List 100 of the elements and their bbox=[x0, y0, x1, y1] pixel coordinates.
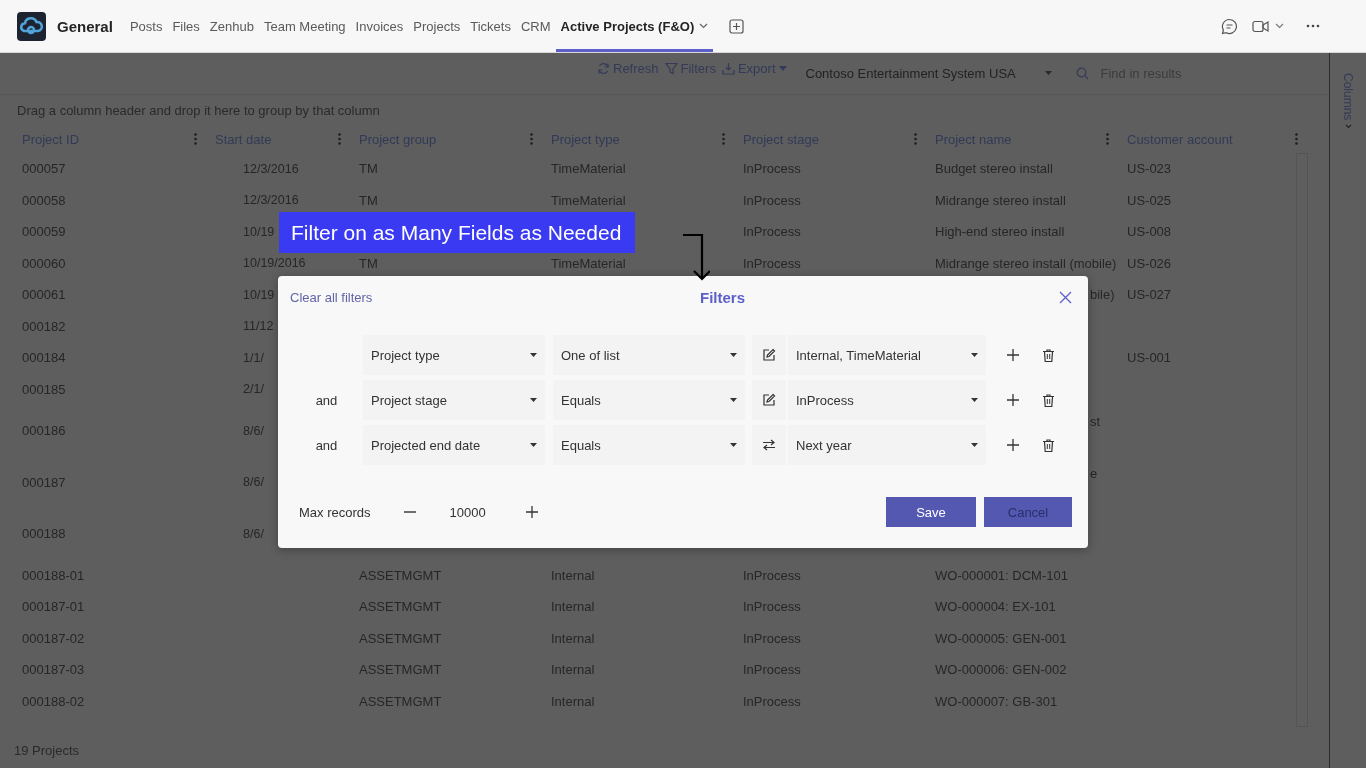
max-records-label: Max records bbox=[299, 504, 371, 520]
increment-icon[interactable] bbox=[525, 506, 538, 518]
caret-down-icon bbox=[730, 398, 737, 402]
max-records-value[interactable]: 10000 bbox=[449, 504, 486, 520]
edit-icon bbox=[762, 348, 776, 362]
value-mode-button[interactable] bbox=[752, 380, 786, 420]
tab[interactable]: Tickets bbox=[465, 0, 516, 52]
table-cell: Midrange stereo install bbox=[935, 192, 1066, 208]
tab[interactable]: Posts bbox=[124, 0, 168, 52]
table-cell: 10/19 bbox=[243, 224, 275, 239]
table-cell: InProcess bbox=[743, 693, 801, 709]
table-cell: 2/1/ bbox=[243, 382, 264, 397]
delete-icon[interactable] bbox=[1043, 393, 1054, 407]
caret-down-icon bbox=[530, 353, 537, 357]
column-menu-icon[interactable] bbox=[914, 133, 917, 145]
caret-down-icon bbox=[971, 398, 978, 402]
table-cell: 1/1/ bbox=[243, 350, 264, 365]
field-dropdown[interactable]: Projected end date bbox=[363, 425, 545, 465]
value-mode-button[interactable] bbox=[752, 335, 786, 375]
export-icon bbox=[721, 61, 735, 75]
table-cell: WO-000006: GEN-002 bbox=[935, 662, 1067, 678]
caret-down-icon bbox=[530, 398, 537, 402]
chevron-down-icon[interactable] bbox=[1275, 23, 1284, 29]
table-cell: ASSETMGMT bbox=[359, 662, 442, 678]
callout-banner: Filter on as Many Fields as Needed bbox=[279, 212, 636, 253]
table-cell: 000060 bbox=[22, 255, 66, 271]
filter-icon bbox=[664, 61, 678, 75]
tab[interactable]: Projects bbox=[408, 0, 466, 52]
caret-down-icon bbox=[730, 353, 737, 357]
table-cell: WO-000004: EX-101 bbox=[935, 599, 1056, 615]
chat-icon[interactable] bbox=[1221, 17, 1238, 35]
table-cell: Internal bbox=[551, 662, 595, 678]
table-cell: US-023 bbox=[1127, 161, 1172, 177]
column-menu-icon[interactable] bbox=[1106, 133, 1109, 145]
tab[interactable]: Zenhub bbox=[204, 0, 259, 52]
table-cell: TM bbox=[359, 255, 378, 271]
table-cell: 000184 bbox=[22, 350, 66, 366]
table-cell: 000182 bbox=[22, 318, 66, 334]
caret-down-icon bbox=[778, 65, 787, 71]
table-cell: bile) bbox=[1090, 287, 1115, 303]
table-cell: 10/19 bbox=[243, 287, 275, 302]
value-mode-button[interactable] bbox=[752, 425, 786, 465]
table-cell: 000185 bbox=[22, 381, 66, 397]
table-cell: InProcess bbox=[743, 662, 801, 678]
tab[interactable]: Invoices bbox=[350, 0, 409, 52]
table-cell: TimeMaterial bbox=[551, 161, 626, 177]
table-cell: InProcess bbox=[743, 630, 801, 646]
table-cell: InProcess bbox=[743, 255, 801, 271]
table-cell: 000187-01 bbox=[22, 599, 85, 615]
table-cell: 000188-02 bbox=[22, 693, 85, 709]
field-dropdown[interactable]: Project type bbox=[363, 335, 545, 375]
table-cell: ASSETMGMT bbox=[359, 693, 442, 709]
caret-down-icon bbox=[530, 443, 537, 447]
table-cell: ASSETMGMT bbox=[359, 630, 442, 646]
table-cell: 000059 bbox=[22, 224, 66, 240]
save-button[interactable]: Save bbox=[886, 497, 976, 527]
table-cell: US-025 bbox=[1127, 192, 1172, 208]
clear-filters-link[interactable]: Clear all filters bbox=[290, 289, 373, 305]
tab[interactable]: Files bbox=[167, 0, 205, 52]
add-tab-icon[interactable] bbox=[729, 18, 745, 34]
team-name: General bbox=[57, 17, 113, 35]
operator-dropdown[interactable]: Equals bbox=[553, 425, 745, 465]
tab[interactable]: Team Meeting bbox=[258, 0, 351, 52]
chevron-down-icon bbox=[1344, 124, 1352, 130]
table-cell: InProcess bbox=[743, 192, 801, 208]
value-dropdown[interactable]: Next year bbox=[788, 425, 986, 465]
column-menu-icon[interactable] bbox=[338, 133, 341, 145]
table-cell: High-end stereo install bbox=[935, 224, 1065, 240]
caret-down-icon bbox=[1044, 71, 1052, 75]
table-cell: 12/3/2016 bbox=[243, 161, 299, 176]
close-icon[interactable] bbox=[1059, 290, 1072, 304]
delete-icon[interactable] bbox=[1043, 438, 1054, 452]
table-cell: 10/19/2016 bbox=[243, 256, 306, 271]
column-menu-icon[interactable] bbox=[1295, 133, 1298, 145]
team-logo-icon bbox=[17, 11, 46, 41]
table-cell: 8/6/ bbox=[243, 526, 264, 541]
tab[interactable]: CRM bbox=[515, 0, 556, 52]
column-menu-icon[interactable] bbox=[722, 133, 725, 145]
add-filter-icon[interactable] bbox=[1007, 394, 1019, 406]
add-filter-icon[interactable] bbox=[1007, 349, 1019, 361]
callout-arrow bbox=[683, 233, 710, 283]
table-cell: 000187-02 bbox=[22, 630, 85, 646]
table-cell: Internal bbox=[551, 630, 595, 646]
column-menu-icon[interactable] bbox=[194, 133, 197, 145]
field-dropdown[interactable]: Project stage bbox=[363, 380, 545, 420]
table-cell: 8/6/ bbox=[243, 475, 264, 490]
more-options-icon[interactable] bbox=[1306, 24, 1320, 28]
delete-icon[interactable] bbox=[1043, 348, 1054, 362]
add-filter-icon[interactable] bbox=[1007, 439, 1019, 451]
operator-dropdown[interactable]: One of list bbox=[553, 335, 745, 375]
column-menu-icon[interactable] bbox=[530, 133, 533, 145]
value-dropdown[interactable]: Internal, TimeMaterial bbox=[788, 335, 986, 375]
table-cell: WO-000005: GEN-001 bbox=[935, 630, 1067, 646]
video-camera-icon[interactable] bbox=[1252, 19, 1269, 33]
table-cell: 000057 bbox=[22, 161, 66, 177]
table-cell: Internal bbox=[551, 599, 595, 615]
table-cell: Internal bbox=[551, 567, 595, 583]
operator-dropdown[interactable]: Equals bbox=[553, 380, 745, 420]
value-dropdown[interactable]: InProcess bbox=[788, 380, 986, 420]
table-cell: 000187-03 bbox=[22, 662, 85, 678]
